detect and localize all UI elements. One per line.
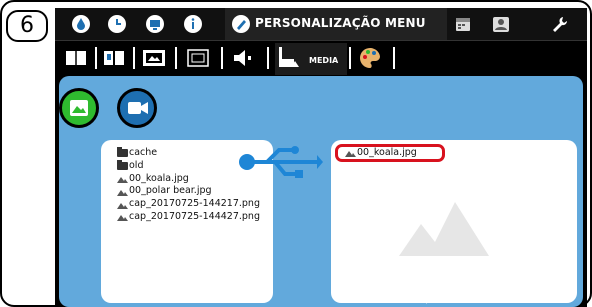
image-file-icon — [117, 176, 128, 183]
image-file-icon — [117, 215, 128, 222]
media-tab-label[interactable]: MEDIA — [309, 56, 338, 65]
drop-icon[interactable] — [71, 14, 91, 34]
screen-icon[interactable] — [145, 14, 165, 34]
tab-separator — [393, 47, 395, 69]
file-name: old — [129, 159, 144, 171]
menu-title: PERSONALIZAÇÃO MENU — [255, 16, 426, 30]
images-button[interactable] — [59, 88, 99, 128]
user-icon[interactable] — [491, 14, 511, 34]
usb-icon — [239, 146, 323, 178]
image-file-icon — [345, 151, 356, 157]
video-camera-icon — [128, 102, 148, 114]
info-icon[interactable] — [183, 14, 203, 34]
selected-file-name: 00_koala.jpg — [357, 147, 417, 158]
file-name: cap_20170725-144217.png — [129, 198, 260, 210]
file-item-image[interactable]: cap_20170725-144217.png — [117, 198, 260, 211]
file-item-image[interactable]: cap_20170725-144427.png — [117, 211, 260, 224]
file-name: 00_polar bear.jpg — [129, 185, 212, 197]
file-name: 00_koala.jpg — [129, 172, 189, 184]
device-screen: PERSONALIZAÇÃO MENU MEDIA cache old 00_k… — [55, 8, 587, 307]
media-content-area: cache old 00_koala.jpg 00_polar bear.jpg… — [59, 76, 583, 307]
storage-usage: 0.1 Mb/50.0 MB — [399, 296, 462, 305]
palette-icon[interactable] — [357, 45, 383, 71]
clock-icon[interactable] — [107, 14, 127, 34]
media-icon[interactable] — [277, 45, 307, 71]
image-icon — [70, 100, 88, 116]
file-item-image[interactable]: 00_polar bear.jpg — [117, 185, 260, 198]
tab-separator — [267, 47, 269, 69]
calendar-icon[interactable] — [453, 14, 473, 34]
tab-separator — [349, 47, 351, 69]
speaker-icon[interactable] — [231, 45, 257, 71]
book-open-icon[interactable] — [103, 45, 125, 71]
media-tab-bar: MEDIA — [55, 40, 587, 75]
image-file-icon — [117, 189, 128, 196]
brush-icon[interactable] — [231, 14, 251, 34]
video-button[interactable] — [117, 88, 157, 128]
image-file-icon — [117, 202, 128, 209]
tab-separator — [175, 47, 177, 69]
tab-separator — [95, 47, 97, 69]
selected-file-item[interactable]: 00_koala.jpg — [345, 147, 417, 159]
file-name: cap_20170725-144427.png — [129, 210, 260, 222]
book-icon[interactable] — [65, 45, 87, 71]
folder-icon — [117, 160, 128, 171]
tab-separator — [221, 47, 223, 69]
image-placeholder-icon — [399, 202, 489, 256]
file-name: cache — [129, 147, 158, 158]
picture-icon[interactable] — [185, 45, 211, 71]
image-frame-icon[interactable] — [141, 45, 167, 71]
wrench-icon[interactable] — [549, 14, 569, 34]
folder-icon — [117, 147, 128, 158]
tab-separator — [133, 47, 135, 69]
top-menu-bar: PERSONALIZAÇÃO MENU — [55, 8, 587, 40]
step-number-badge: 6 — [6, 10, 48, 42]
